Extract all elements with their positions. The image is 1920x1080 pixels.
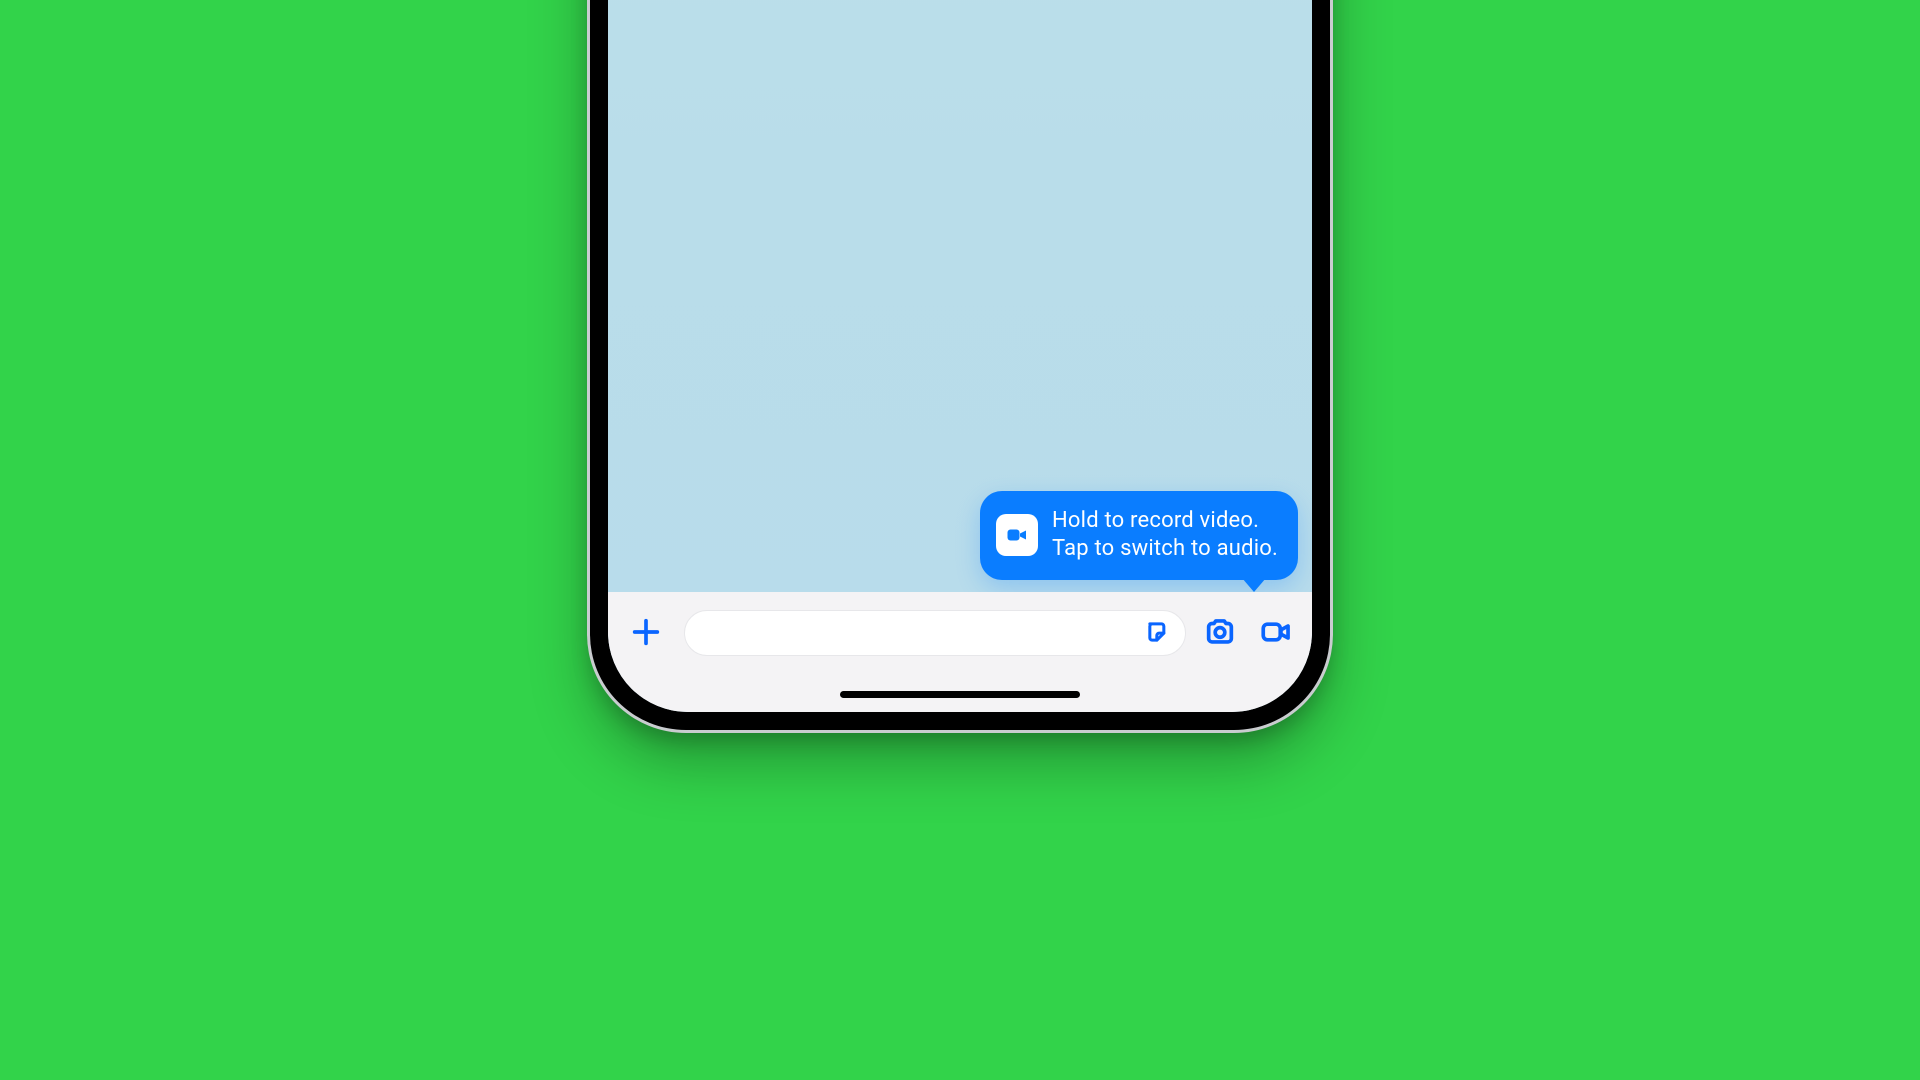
add-button[interactable] <box>624 611 668 655</box>
record-hint-tooltip: Hold to record video. Tap to switch to a… <box>980 491 1298 580</box>
plus-icon <box>629 615 663 652</box>
tooltip-line-2: Tap to switch to audio. <box>1052 535 1278 564</box>
message-input-capsule <box>684 610 1186 656</box>
sticker-icon <box>1144 618 1172 649</box>
camera-icon <box>1203 615 1237 652</box>
video-camera-icon <box>1259 615 1293 652</box>
tooltip-line-1: Hold to record video. <box>1052 507 1278 536</box>
sticker-button[interactable] <box>1141 616 1175 650</box>
phone-frame: Hold to record video. Tap to switch to a… <box>590 0 1330 730</box>
screen: Hold to record video. Tap to switch to a… <box>608 0 1312 712</box>
home-indicator <box>840 691 1080 698</box>
camera-button[interactable] <box>1198 611 1242 655</box>
message-input[interactable] <box>685 611 1185 655</box>
video-record-button[interactable] <box>1254 611 1298 655</box>
video-camera-icon <box>996 514 1038 556</box>
tooltip-text: Hold to record video. Tap to switch to a… <box>1052 507 1278 564</box>
